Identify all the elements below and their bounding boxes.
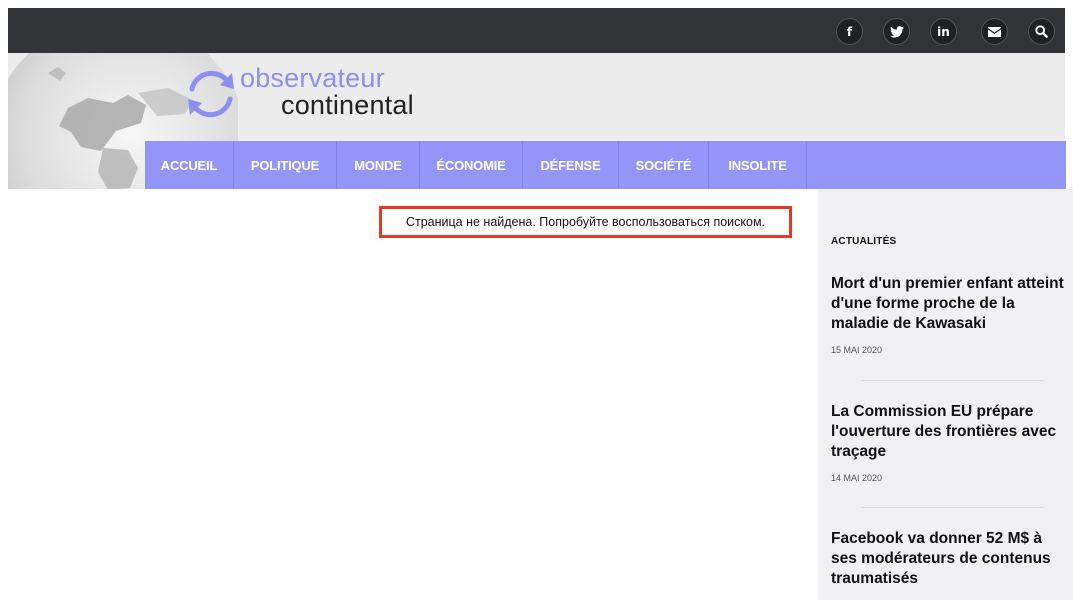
facebook-icon[interactable]: f [836, 18, 863, 45]
not-found-notice: Страница не найдена. Попробуйте воспольз… [379, 206, 792, 238]
main-navigation: ACCUEIL POLITIQUE MONDE ÉCONOMIE DÉFENSE… [145, 141, 1066, 189]
twitter-icon[interactable] [883, 18, 910, 45]
nav-item-politique[interactable]: POLITIQUE [234, 141, 337, 189]
logo-text-observateur[interactable]: observateur [240, 63, 385, 93]
refresh-arrows-icon [188, 70, 234, 118]
not-found-message: Страница не найдена. Попробуйте воспольз… [405, 215, 766, 229]
sidebar-article-title[interactable]: La Commission EU prépare l'ouverture des… [831, 402, 1066, 462]
nav-item-accueil[interactable]: ACCUEIL [145, 141, 234, 189]
sidebar-divider [861, 507, 1044, 508]
search-icon[interactable] [1028, 18, 1055, 45]
sidebar-article-title[interactable]: Mort d'un premier enfant atteint d'une f… [831, 274, 1066, 334]
linkedin-icon[interactable]: in [930, 18, 957, 45]
nav-item-societe[interactable]: SOCIÉTÉ [619, 141, 709, 189]
nav-item-monde[interactable]: MONDE [337, 141, 420, 189]
sidebar-article-date: 15 MAI 2020 [831, 345, 883, 355]
sidebar: ACTUALITÉS Mort d'un premier enfant atte… [818, 189, 1073, 600]
sidebar-article-title[interactable]: Facebook va donner 52 M$ à ses modérateu… [831, 529, 1066, 589]
sidebar-divider [861, 380, 1044, 381]
nav-item-economie[interactable]: ÉCONOMIE [420, 141, 523, 189]
top-bar: f in [8, 8, 1065, 53]
nav-item-defense[interactable]: DÉFENSE [523, 141, 619, 189]
sidebar-heading: ACTUALITÉS [831, 236, 897, 247]
nav-item-insolite[interactable]: INSOLITE [709, 141, 807, 189]
logo-text-continental[interactable]: continental [281, 90, 414, 120]
sidebar-article-date: 14 MAI 2020 [831, 473, 883, 483]
logo-mark[interactable] [182, 65, 240, 128]
email-icon[interactable] [981, 18, 1008, 45]
